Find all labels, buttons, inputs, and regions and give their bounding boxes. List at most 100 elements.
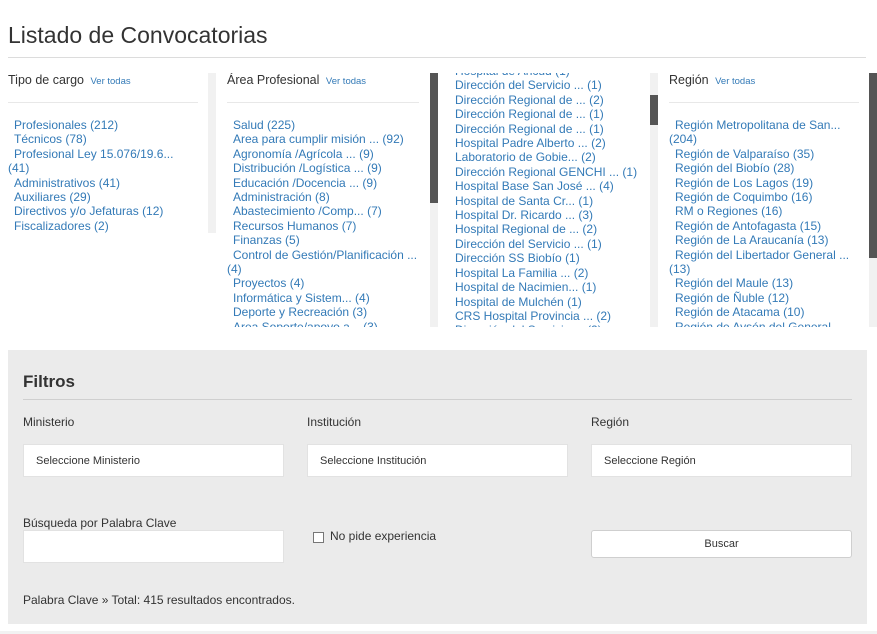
area-profesional-item[interactable]: Distribución /Logística ... (9) — [227, 161, 419, 175]
tipo-cargo-item[interactable]: Profesionales (212) — [8, 118, 198, 132]
institucion-item-count: (1) — [581, 280, 597, 295]
institucion-item[interactable]: Hospital de Nacimien... (1) — [455, 280, 640, 294]
area-profesional-item-count: (3) — [363, 319, 378, 327]
region-item[interactable]: Región de Atacama (10) — [669, 305, 859, 319]
area-profesional-scrollbar[interactable] — [430, 73, 438, 327]
region-ver-todas-link[interactable]: Ver todas — [715, 76, 755, 87]
ministerio-select[interactable]: Seleccione Ministerio — [23, 444, 284, 477]
region-item[interactable]: Región de Ñuble (12) — [669, 291, 859, 305]
area-profesional-item[interactable]: Finanzas (5) — [227, 233, 419, 247]
area-profesional-scroll-thumb[interactable] — [430, 73, 438, 203]
area-profesional-item[interactable]: Area para cumplir misión ... (92) — [227, 132, 419, 146]
institucion-item[interactable]: Laboratorio de Gobie... (2) — [455, 150, 640, 164]
institucion-scroll-thumb[interactable] — [650, 95, 658, 125]
tipo-cargo-item-label: Profesional Ley 15.076/19.6... — [14, 146, 174, 161]
institucion-item-label: Dirección del Servicio ... — [455, 323, 584, 327]
institucion-scrollbar[interactable] — [650, 73, 658, 327]
region-item-label: Región de Atacama — [675, 305, 780, 320]
region-select[interactable]: Seleccione Región — [591, 444, 852, 477]
region-item-count: (13) — [669, 262, 691, 277]
institucion-item[interactable]: Dirección del Servicio ... (2) — [455, 323, 640, 327]
region-item[interactable]: Región de Valparaíso (35) — [669, 147, 859, 161]
region-scrollbar[interactable] — [869, 73, 877, 327]
region-item[interactable]: Región del Biobío (28) — [669, 161, 859, 175]
region-item[interactable]: Región de Los Lagos (19) — [669, 176, 859, 190]
institucion-item[interactable]: Hospital de Mulchén (1) — [455, 295, 640, 309]
institucion-item[interactable]: Dirección Regional GENCHI ... (1) — [455, 165, 640, 179]
institucion-item-count: (2) — [587, 323, 602, 327]
institucion-item-count: (2) — [581, 150, 596, 165]
area-profesional-item-label: Area para cumplir misión ... — [233, 132, 380, 147]
area-profesional-item-count: (225) — [267, 118, 296, 132]
region-item-count: (12) — [767, 290, 790, 305]
area-profesional-item[interactable]: Agronomía /Agrícola ... (9) — [227, 147, 419, 161]
tipo-cargo-title: Tipo de cargo — [8, 73, 84, 87]
region-item[interactable]: Región de Antofagasta (15) — [669, 219, 859, 233]
area-profesional-ver-todas-link[interactable]: Ver todas — [326, 76, 366, 87]
area-profesional-item-label: Agronomía /Agrícola ... — [233, 146, 356, 161]
institucion-item[interactable]: Hospital La Familia ... (2) — [455, 266, 640, 280]
region-item-label: Región del Maule — [675, 276, 769, 291]
region-item[interactable]: Región del Libertador General ... (13) — [669, 248, 859, 277]
area-profesional-item[interactable]: Educación /Docencia ... (9) — [227, 176, 419, 190]
area-profesional-item[interactable]: Proyectos (4) — [227, 276, 419, 290]
institucion-item[interactable]: Dirección Regional de ... (1) — [455, 122, 640, 136]
area-profesional-divider — [227, 102, 419, 103]
institucion-item[interactable]: Dirección SS Biobío (1) — [455, 251, 640, 265]
area-profesional-item[interactable]: Abastecimiento /Comp... (7) — [227, 204, 419, 218]
tipo-cargo-scrollbar[interactable] — [208, 73, 216, 233]
institucion-item[interactable]: Hospital de Santa Cr... (1) — [455, 194, 640, 208]
area-profesional-item-count: (92) — [382, 132, 404, 147]
institucion-item-label: CRS Hospital Provincia ... — [455, 308, 594, 323]
tipo-cargo-item[interactable]: Fiscalizadores (2) — [8, 219, 198, 233]
region-item[interactable]: Región de Coquimbo (16) — [669, 190, 859, 204]
institucion-item-count: (2) — [591, 136, 606, 151]
institucion-item-label: Hospital Dr. Ricardo ... — [455, 208, 576, 223]
institucion-item-count: (4) — [599, 179, 614, 194]
region-item[interactable]: Región de La Araucanía (13) — [669, 233, 859, 247]
region-item[interactable]: RM o Regiones (16) — [669, 204, 859, 218]
institucion-item-label: Laboratorio de Gobie... — [455, 150, 578, 165]
area-profesional-item[interactable]: Administración (8) — [227, 190, 419, 204]
institucion-item-count: (1) — [578, 193, 594, 208]
institucion-item[interactable]: CRS Hospital Provincia ... (2) — [455, 309, 640, 323]
institucion-item[interactable]: Dirección del Servicio ... (1) — [455, 237, 640, 251]
area-profesional-item[interactable]: Recursos Humanos (7) — [227, 219, 419, 233]
area-profesional-item[interactable]: Salud (225) — [227, 118, 419, 132]
tipo-cargo-item[interactable]: Auxiliares (29) — [8, 190, 198, 204]
filters-panel: Filtros Ministerio Seleccione Ministerio… — [8, 350, 867, 624]
region-divider — [669, 102, 859, 103]
institucion-item-count: (2) — [573, 265, 589, 280]
institucion-list: Hospital de Ancud (1)Dirección del Servi… — [455, 73, 640, 327]
region-item-count: (10) — [783, 305, 805, 320]
institucion-select[interactable]: Seleccione Institución — [307, 444, 568, 477]
institucion-item[interactable]: Hospital Base San José ... (4) — [455, 179, 640, 193]
tipo-cargo-item[interactable]: Directivos y/o Jefaturas (12) — [8, 204, 198, 218]
region-item-count: (13) — [771, 276, 794, 291]
region-item-count: (16) — [761, 204, 783, 219]
tipo-cargo-ver-todas-link[interactable]: Ver todas — [90, 76, 130, 87]
area-profesional-item[interactable]: Control de Gestión/Planificación ... (4) — [227, 248, 419, 277]
region-item[interactable]: Región del Maule (13) — [669, 276, 859, 290]
region-scroll-thumb[interactable] — [869, 73, 877, 258]
institucion-item[interactable]: Dirección del Servicio ... (1) — [455, 78, 640, 92]
keyword-input[interactable] — [23, 530, 284, 563]
no-experiencia-checkbox[interactable] — [313, 532, 324, 543]
institucion-item[interactable]: Hospital Dr. Ricardo ... (3) — [455, 208, 640, 222]
tipo-cargo-item[interactable]: Administrativos (41) — [8, 176, 198, 190]
area-profesional-item[interactable]: Informática y Sistem... (4) — [227, 291, 419, 305]
institucion-item[interactable]: Dirección Regional de ... (2) — [455, 93, 640, 107]
institucion-item[interactable]: Dirección Regional de ... (1) — [455, 107, 640, 121]
region-item[interactable]: Región Metropolitana de San... (204) — [669, 118, 859, 147]
area-profesional-item[interactable]: Deporte y Recreación (3) — [227, 305, 419, 319]
area-profesional-item-label: Control de Gestión/Planificación ... — [233, 247, 418, 262]
institucion-item[interactable]: Hospital Padre Alberto ... (2) — [455, 136, 640, 150]
region-item[interactable]: Región de Aysén del General ... (9) — [669, 320, 859, 327]
tipo-cargo-item[interactable]: Técnicos (78) — [8, 132, 198, 146]
area-profesional-item[interactable]: Area Soporte/apoyo a... (3) — [227, 320, 419, 327]
tipo-cargo-item[interactable]: Profesional Ley 15.076/19.6... (41) — [8, 147, 198, 176]
institucion-item[interactable]: Hospital Regional de ... (2) — [455, 222, 640, 236]
buscar-button[interactable]: Buscar — [591, 530, 852, 558]
region-item-count: (13) — [807, 233, 829, 248]
area-profesional-item-label: Administración — [233, 190, 312, 205]
